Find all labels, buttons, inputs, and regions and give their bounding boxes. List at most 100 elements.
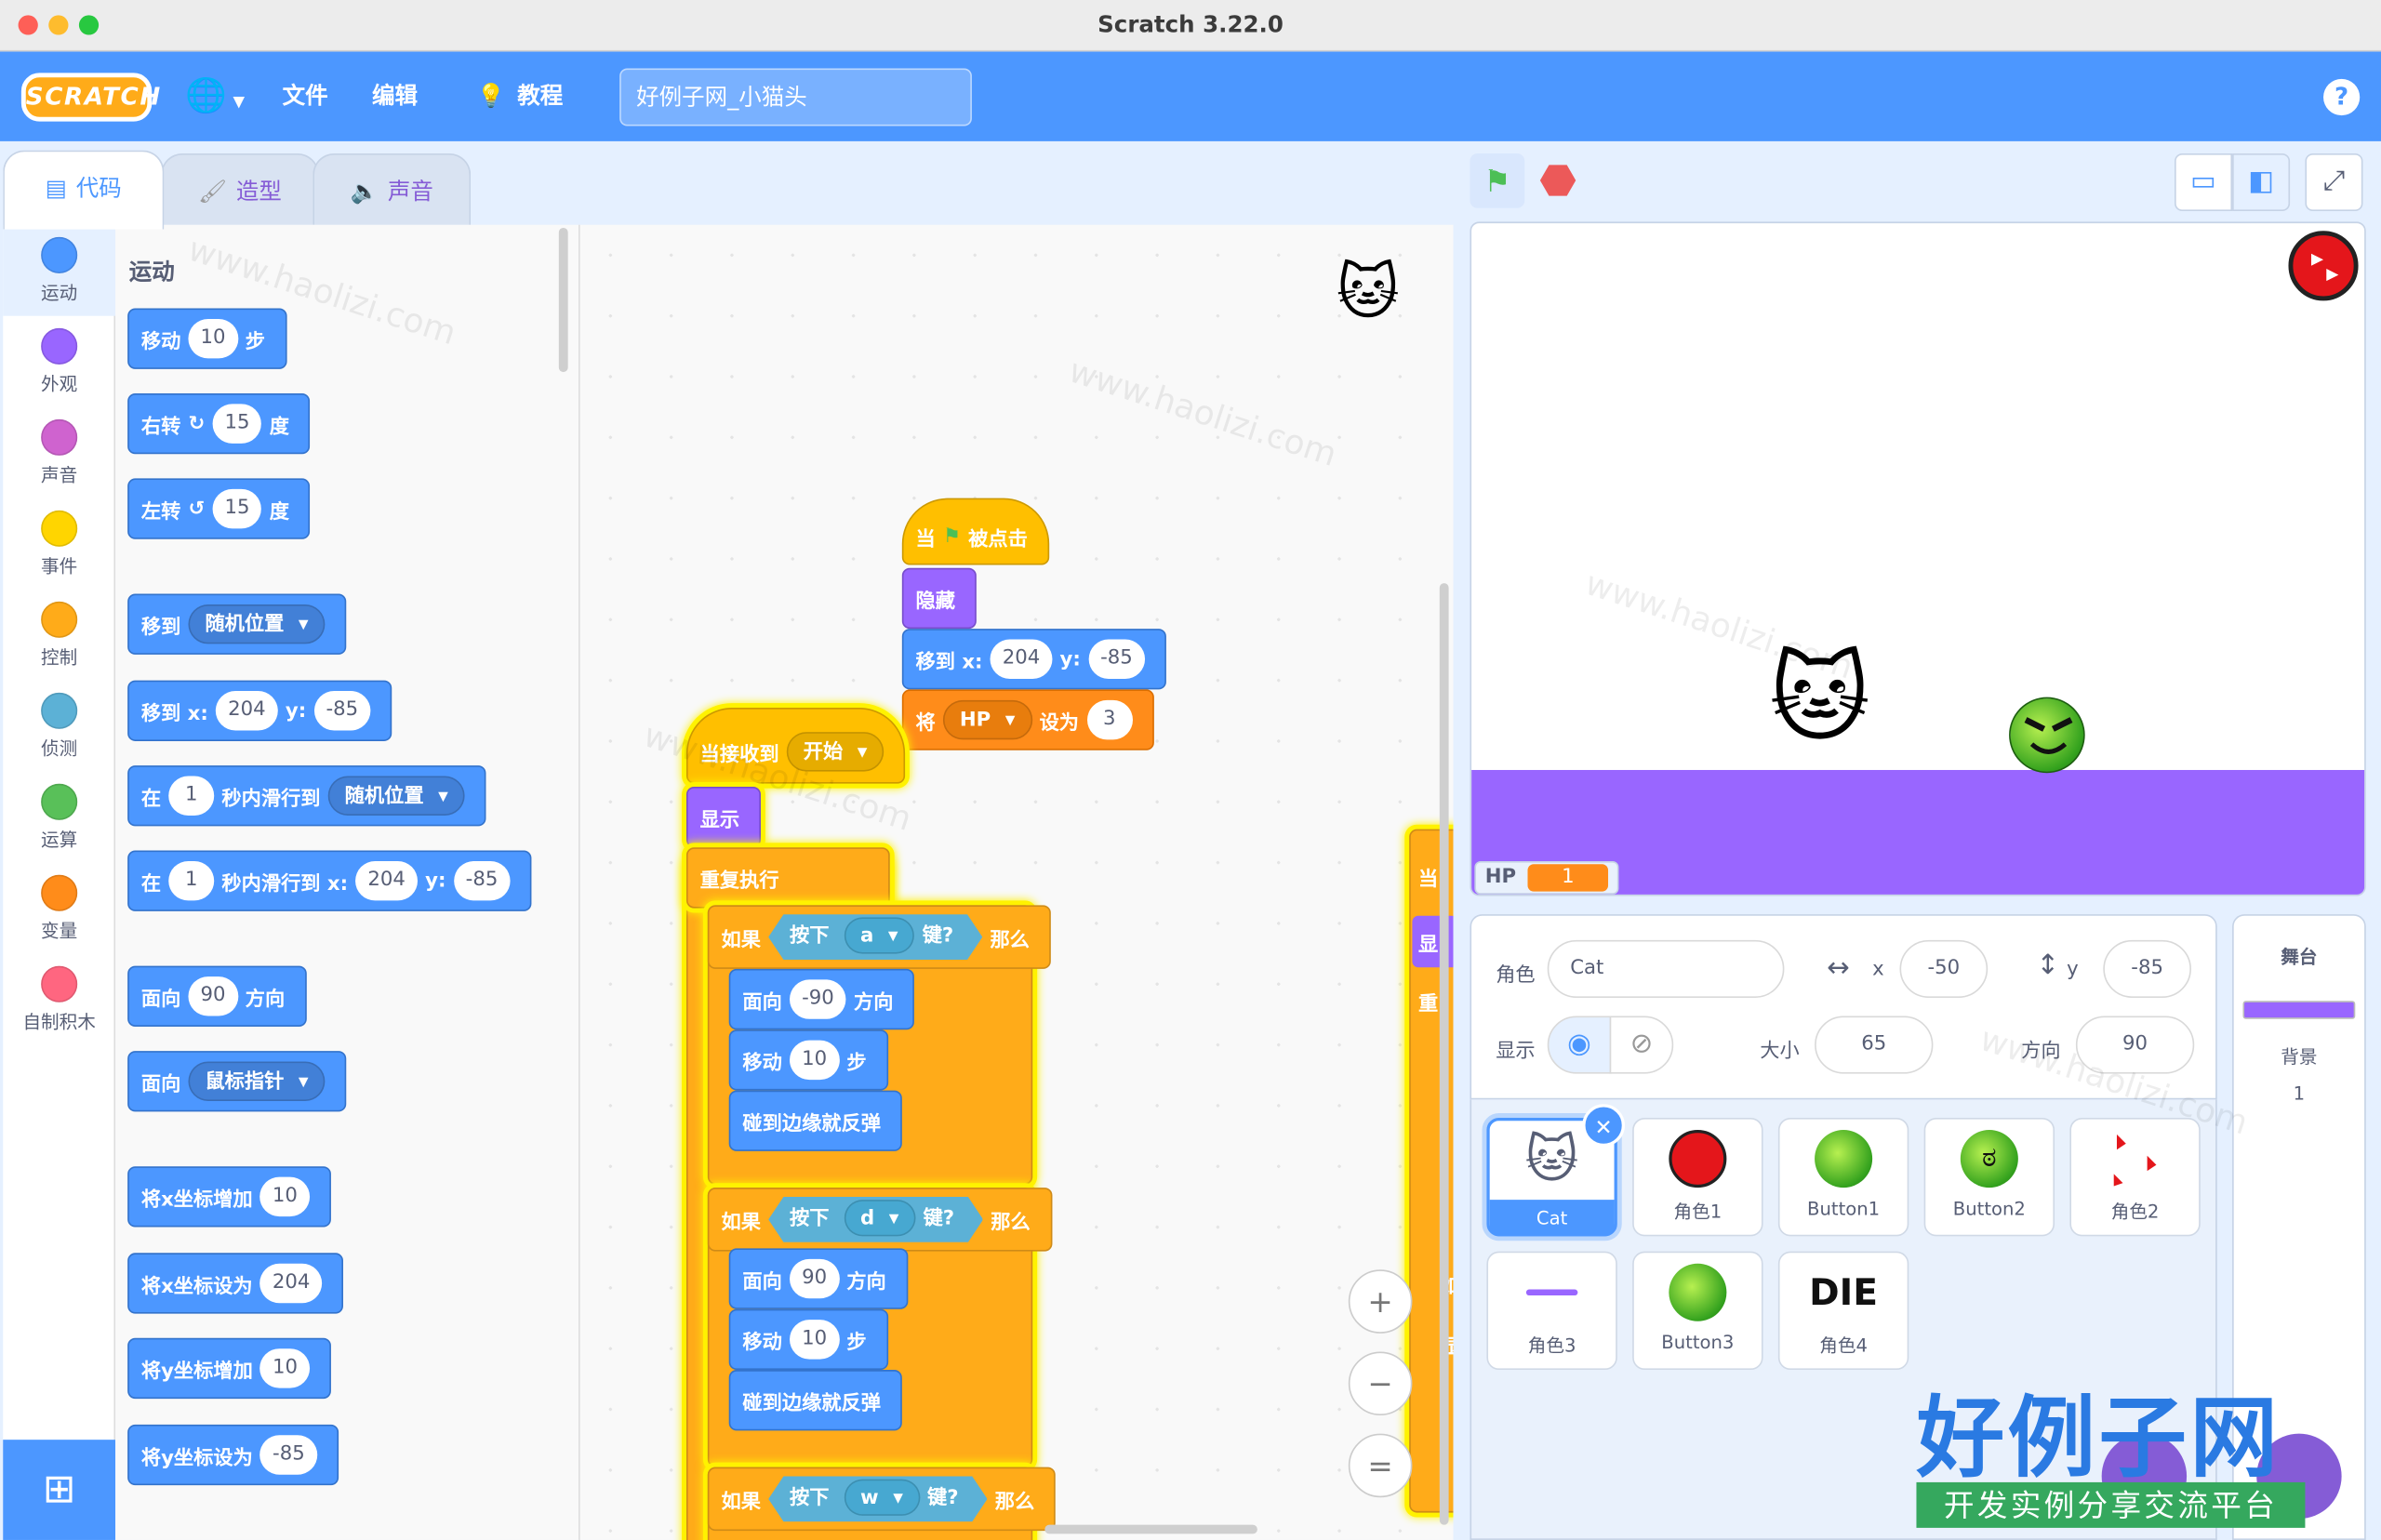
- category-control[interactable]: 控制: [3, 590, 115, 681]
- block-when-i-receive[interactable]: 当接收到 开始 ▾: [685, 708, 906, 784]
- tab-costumes[interactable]: 🖌 造型: [161, 153, 319, 227]
- scratch-logo[interactable]: SCRATCH: [20, 73, 160, 122]
- delete-sprite-button[interactable]: ✕: [1582, 1104, 1625, 1147]
- block-dropdown[interactable]: 随机位置 ▾: [188, 604, 326, 644]
- block-change-y[interactable]: 将y坐标增加 10: [127, 1337, 331, 1400]
- variable-monitor-hp[interactable]: HP 1: [1474, 860, 1618, 895]
- sprite-tile-role2[interactable]: 角色2: [2069, 1117, 2201, 1237]
- fullscreen-button[interactable]: ⤢: [2305, 153, 2363, 212]
- block-input[interactable]: -90: [790, 979, 846, 1019]
- language-menu[interactable]: 🌐 ▼: [185, 52, 245, 141]
- key-dropdown[interactable]: a ▾: [844, 917, 914, 953]
- block-if-key-d[interactable]: 如果 按下 d ▾ 键? 那么: [707, 1188, 1052, 1252]
- block-move-steps[interactable]: 移动 10 步: [728, 1308, 888, 1371]
- script-horizontal-scrollbar[interactable]: [1044, 1524, 1257, 1534]
- block-glide-xy[interactable]: 在 1 秒内滑行到 x: 204 y: -85: [127, 850, 532, 911]
- block-set-x[interactable]: 将x坐标设为 204: [127, 1253, 344, 1314]
- add-extension-button[interactable]: ⊞: [3, 1440, 116, 1540]
- sprite-tile-button1[interactable]: Button1: [1777, 1117, 1909, 1237]
- block-input[interactable]: 15: [212, 488, 262, 529]
- zoom-out-button[interactable]: −: [1348, 1351, 1413, 1416]
- block-input[interactable]: -85: [259, 1435, 317, 1475]
- block-input[interactable]: 90: [188, 976, 238, 1016]
- block-glide[interactable]: 在 1 秒内滑行到 随机位置 ▾: [127, 765, 486, 827]
- category-sensing[interactable]: 侦测: [3, 681, 115, 772]
- block-input[interactable]: -85: [1088, 639, 1145, 679]
- block-move-steps[interactable]: 移动 10 步: [127, 308, 286, 369]
- block-show[interactable]: 显示: [685, 786, 762, 848]
- category-looks[interactable]: 外观: [3, 316, 115, 407]
- block-point-direction[interactable]: 面向 90 方向: [127, 965, 307, 1027]
- variable-dropdown[interactable]: HP ▾: [942, 699, 1032, 740]
- block-dropdown[interactable]: 随机位置 ▾: [327, 776, 465, 816]
- category-motion[interactable]: 运动: [3, 224, 116, 316]
- x-input[interactable]: -50: [1899, 939, 1989, 998]
- block-input[interactable]: 90: [790, 1258, 840, 1299]
- block-input[interactable]: 3: [1086, 699, 1133, 740]
- category-events[interactable]: 事件: [3, 498, 115, 590]
- key-dropdown[interactable]: w ▾: [844, 1480, 920, 1516]
- zoom-reset-button[interactable]: =: [1348, 1433, 1413, 1498]
- tutorials-menu[interactable]: 💡 教程: [477, 52, 564, 141]
- block-input[interactable]: 10: [259, 1348, 311, 1388]
- category-operators[interactable]: 运算: [3, 772, 115, 863]
- block-hide[interactable]: 隐藏: [901, 567, 977, 630]
- script-vertical-scrollbar[interactable]: [1439, 583, 1449, 1525]
- file-menu[interactable]: 文件: [283, 52, 328, 141]
- block-turn-right[interactable]: 右转 ↻ 15 度: [127, 392, 311, 455]
- block-input[interactable]: 204: [259, 1263, 323, 1304]
- block-input[interactable]: 204: [216, 691, 278, 731]
- block-input[interactable]: 204: [355, 860, 418, 901]
- red-ball-sprite[interactable]: [2288, 231, 2359, 301]
- large-stage-button[interactable]: ◧: [2232, 153, 2291, 212]
- block-set-variable[interactable]: 将 HP ▾ 设为 3: [901, 689, 1154, 750]
- tab-sounds[interactable]: 🔈 声音: [313, 153, 472, 227]
- block-bounce-on-edge[interactable]: 碰到边缘就反弹: [728, 1090, 902, 1151]
- category-variables[interactable]: 变量: [3, 863, 115, 954]
- sprite-name-input[interactable]: Cat: [1547, 939, 1785, 998]
- block-dropdown[interactable]: 鼠标指针 ▾: [188, 1061, 326, 1101]
- stage-canvas[interactable]: 🐱 HP 1: [1470, 221, 2366, 896]
- zoom-in-button[interactable]: +: [1348, 1269, 1413, 1334]
- y-input[interactable]: -85: [2103, 939, 2191, 998]
- small-stage-button[interactable]: ▭: [2175, 153, 2233, 212]
- block-bounce-on-edge[interactable]: 碰到边缘就反弹: [728, 1370, 902, 1431]
- block-change-x[interactable]: 将x坐标增加 10: [127, 1166, 331, 1228]
- block-input[interactable]: -85: [453, 860, 511, 901]
- cat-sprite[interactable]: 🐱: [1769, 652, 1870, 750]
- block-input[interactable]: 204: [990, 639, 1053, 679]
- category-sound[interactable]: 声音: [3, 407, 115, 498]
- block-goto-xy[interactable]: 移到 x: 204 y: -85: [901, 629, 1166, 690]
- script-area[interactable]: 🐱 当 ⚑ 被点击 隐藏 移到 x: 204 y: -85 将 HP ▾ 设为 3 当接收到 开始…: [579, 224, 1454, 1540]
- show-hidden-button[interactable]: ⊘: [1609, 1016, 1674, 1074]
- sprite-tile-role3[interactable]: 角色3: [1486, 1251, 1617, 1371]
- block-point-towards[interactable]: 面向 鼠标指针 ▾: [127, 1051, 347, 1112]
- block-point-direction[interactable]: 面向 -90 方向: [728, 968, 915, 1030]
- block-set-y[interactable]: 将y坐标设为 -85: [127, 1424, 339, 1486]
- sprite-tile-button2[interactable]: ಠ Button2: [1923, 1117, 2055, 1237]
- sprite-tile-role4[interactable]: DIE 角色4: [1777, 1251, 1909, 1371]
- key-pressed-condition[interactable]: 按下 w ▾ 键?: [768, 1476, 987, 1521]
- stop-button[interactable]: ⬣: [1531, 153, 1586, 208]
- block-input[interactable]: 10: [188, 318, 238, 359]
- sprite-tile-role1[interactable]: 角色1: [1632, 1117, 1763, 1237]
- block-input[interactable]: 1: [168, 860, 215, 901]
- sprite-tile-button3[interactable]: Button3: [1632, 1251, 1763, 1371]
- block-input[interactable]: 15: [212, 404, 262, 444]
- block-if-key-a[interactable]: 如果 按下 a ▾ 键? 那么: [707, 905, 1051, 969]
- block-forever[interactable]: 重复执行: [685, 847, 890, 909]
- palette-scrollbar[interactable]: [558, 227, 568, 373]
- key-pressed-condition[interactable]: 按下 a ▾ 键?: [768, 914, 982, 960]
- tab-code[interactable]: ▤ 代码: [3, 150, 165, 230]
- key-pressed-condition[interactable]: 按下 d ▾ 键?: [768, 1197, 983, 1242]
- block-point-direction[interactable]: 面向 90 方向: [728, 1248, 908, 1309]
- block-turn-left[interactable]: 左转 ↺ 15 度: [127, 478, 311, 539]
- block-goto[interactable]: 移到 随机位置 ▾: [127, 593, 347, 655]
- block-input[interactable]: 1: [168, 776, 215, 816]
- block-input[interactable]: 10: [790, 1320, 840, 1360]
- project-title-input[interactable]: 好例子网_小猫头: [619, 68, 972, 126]
- size-input[interactable]: 65: [1815, 1016, 1934, 1074]
- block-if-key-w[interactable]: 如果 按下 w ▾ 键? 那么: [707, 1467, 1057, 1532]
- green-flag-button[interactable]: ⚑: [1470, 153, 1525, 208]
- message-dropdown[interactable]: 开始 ▾: [786, 732, 885, 772]
